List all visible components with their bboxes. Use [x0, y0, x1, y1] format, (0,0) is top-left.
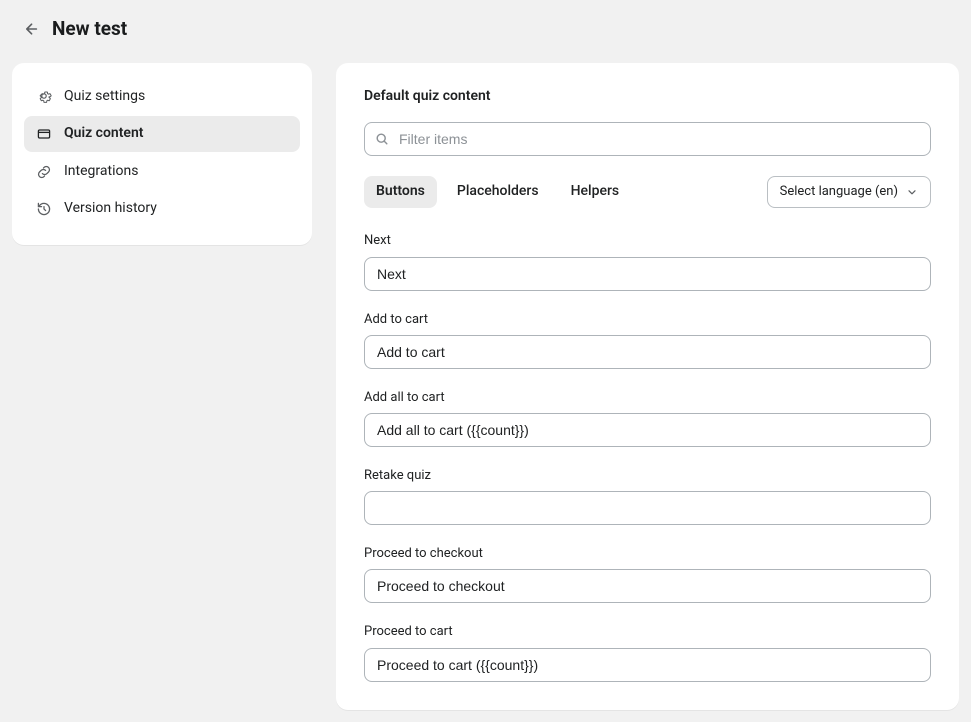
- tabs: Buttons Placeholders Helpers: [364, 176, 631, 208]
- page-header: New test: [0, 0, 971, 51]
- field-label: Add to cart: [364, 311, 931, 329]
- sidebar-item-label: Quiz settings: [64, 87, 145, 107]
- input-add-all-to-cart[interactable]: [364, 413, 931, 447]
- panel-icon: [36, 126, 52, 142]
- field-label: Proceed to checkout: [364, 545, 931, 563]
- input-retake-quiz[interactable]: [364, 491, 931, 525]
- input-proceed-to-cart[interactable]: [364, 648, 931, 682]
- page-title: New test: [52, 16, 127, 43]
- field-next: Next: [364, 232, 931, 290]
- sidebar-item-label: Quiz content: [64, 124, 143, 144]
- tabs-row: Buttons Placeholders Helpers Select lang…: [364, 176, 931, 208]
- field-retake-quiz: Retake quiz: [364, 467, 931, 525]
- field-label: Retake quiz: [364, 467, 931, 485]
- field-add-all-to-cart: Add all to cart: [364, 389, 931, 447]
- link-icon: [36, 164, 52, 180]
- gear-icon: [36, 88, 52, 104]
- language-selector[interactable]: Select language (en): [767, 176, 931, 208]
- tab-helpers[interactable]: Helpers: [559, 176, 632, 208]
- sidebar-item-integrations[interactable]: Integrations: [24, 154, 300, 190]
- input-add-to-cart[interactable]: [364, 335, 931, 369]
- field-proceed-to-cart: Proceed to cart: [364, 623, 931, 681]
- field-add-to-cart: Add to cart: [364, 311, 931, 369]
- history-icon: [36, 201, 52, 217]
- field-proceed-to-checkout: Proceed to checkout: [364, 545, 931, 603]
- language-selector-label: Select language (en): [780, 183, 898, 201]
- field-label: Proceed to cart: [364, 623, 931, 641]
- sidebar-item-label: Version history: [64, 199, 157, 219]
- filter-wrapper: [364, 122, 931, 156]
- field-label: Add all to cart: [364, 389, 931, 407]
- sidebar-item-quiz-settings[interactable]: Quiz settings: [24, 79, 300, 115]
- input-next[interactable]: [364, 257, 931, 291]
- section-title: Default quiz content: [364, 87, 931, 107]
- chevron-down-icon: [906, 186, 918, 198]
- sidebar-item-version-history[interactable]: Version history: [24, 191, 300, 227]
- main-content: Default quiz content Buttons Placeholder…: [336, 63, 959, 710]
- tab-placeholders[interactable]: Placeholders: [445, 176, 551, 208]
- back-arrow-icon[interactable]: [20, 19, 40, 39]
- sidebar-item-quiz-content[interactable]: Quiz content: [24, 116, 300, 152]
- input-proceed-to-checkout[interactable]: [364, 569, 931, 603]
- field-label: Next: [364, 232, 931, 250]
- tab-buttons[interactable]: Buttons: [364, 176, 437, 208]
- filter-input[interactable]: [364, 122, 931, 156]
- sidebar-item-label: Integrations: [64, 162, 138, 182]
- search-icon: [374, 131, 390, 147]
- sidebar: Quiz settings Quiz content: [12, 63, 312, 245]
